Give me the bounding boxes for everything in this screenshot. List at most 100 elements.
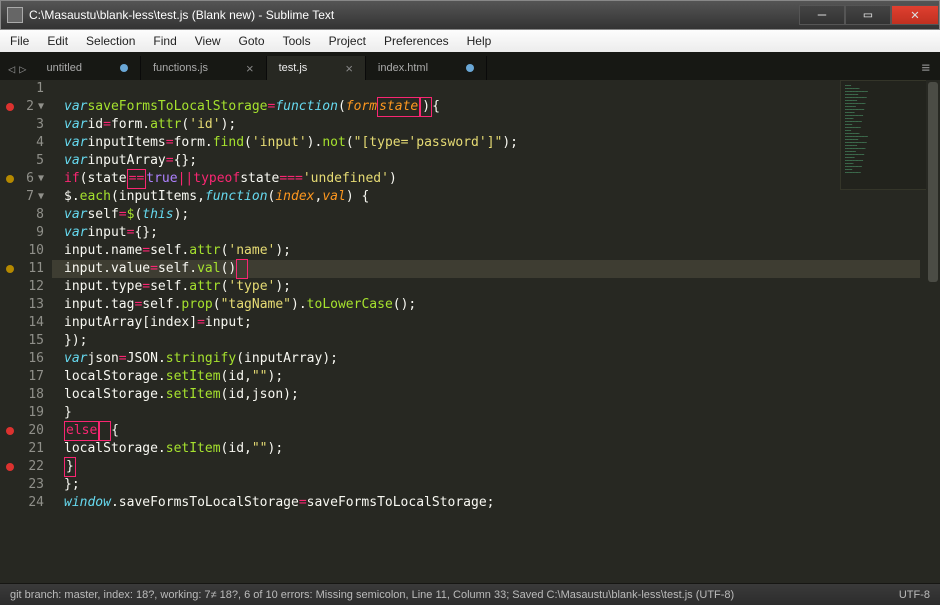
code-line[interactable]: $.each(inputItems, function(index, val) … [52, 188, 920, 206]
vertical-scrollbar[interactable] [926, 80, 940, 583]
tab-index-html[interactable]: index.html [366, 56, 487, 80]
status-right[interactable]: UTF-8 [899, 589, 930, 601]
nav-back-icon[interactable]: ◁ [8, 62, 15, 76]
line-number: 15 [28, 332, 44, 350]
code-line[interactable]: input.value = self.val() [52, 260, 920, 278]
editor[interactable]: 12▼3456▼7▼891011121314151617181920212223… [0, 80, 940, 583]
gutter-line[interactable]: 6▼ [4, 170, 44, 188]
gutter-line[interactable]: 2▼ [4, 98, 44, 116]
code-line[interactable]: localStorage.setItem(id , ""); [52, 440, 920, 458]
code-line[interactable]: }; [52, 476, 920, 494]
gutter-line[interactable]: 23 [4, 476, 44, 494]
code-line[interactable]: input.tag = self.prop("tagName").toLower… [52, 296, 920, 314]
code-line[interactable]: var inputArray = {}; [52, 152, 920, 170]
code-line[interactable]: var input = {}; [52, 224, 920, 242]
line-number: 14 [28, 314, 44, 332]
tab-functions-js[interactable]: functions.js× [141, 56, 267, 80]
menu-view[interactable]: View [195, 34, 221, 48]
code-line[interactable]: var json = JSON.stringify(inputArray); [52, 350, 920, 368]
code-line[interactable]: localStorage.setItem(id , ""); [52, 368, 920, 386]
tab-label: test.js [279, 62, 308, 74]
line-number: 3 [36, 116, 44, 134]
gutter-line[interactable]: 9 [4, 224, 44, 242]
line-number: 21 [28, 440, 44, 458]
gutter[interactable]: 12▼3456▼7▼891011121314151617181920212223… [0, 80, 52, 583]
gutter-line[interactable]: 18 [4, 386, 44, 404]
fold-icon[interactable]: ▼ [38, 170, 44, 188]
line-number: 8 [36, 206, 44, 224]
nav-forward-icon[interactable]: ▷ [19, 62, 26, 76]
fold-icon[interactable]: ▼ [38, 188, 44, 206]
line-number: 23 [28, 476, 44, 494]
menu-goto[interactable]: Goto [239, 34, 265, 48]
tab-label: index.html [378, 62, 428, 74]
yellow-mark-icon [6, 175, 14, 183]
gutter-line[interactable]: 20 [4, 422, 44, 440]
close-icon[interactable]: × [246, 61, 254, 76]
gutter-line[interactable]: 22 [4, 458, 44, 476]
gutter-line[interactable]: 16 [4, 350, 44, 368]
code-line[interactable]: if (state == true || typeof state === 'u… [52, 170, 920, 188]
code-line[interactable]: } [52, 404, 920, 422]
tab-row: ◁ ▷ untitled functions.js× test.js × index.h… [0, 52, 940, 80]
gutter-line[interactable]: 14 [4, 314, 44, 332]
code-line[interactable]: inputArray[index] = input; [52, 314, 920, 332]
gutter-line[interactable]: 7▼ [4, 188, 44, 206]
code-line[interactable]: } [52, 458, 920, 476]
close-button[interactable]: ✕ [891, 5, 939, 25]
code-line[interactable]: var inputItems = form.find('input').not(… [52, 134, 920, 152]
scrollbar-thumb[interactable] [928, 82, 938, 282]
window-title: C:\Masaustu\blank-less\test.js (Blank ne… [29, 8, 334, 22]
minimap[interactable]: ▬▬▬▬▬▬▬▬▬▬▬▬▬▬▬▬▬▬▬▬▬▬▬▬▬▬▬▬▬▬▬▬▬▬▬▬▬▬▬▬… [840, 80, 940, 190]
gutter-line[interactable]: 24 [4, 494, 44, 512]
hamburger-icon[interactable]: ≡ [922, 60, 940, 80]
maximize-button[interactable]: ▭ [845, 5, 891, 25]
gutter-line[interactable]: 8 [4, 206, 44, 224]
tab-untitled[interactable]: untitled [34, 56, 140, 80]
gutter-line[interactable]: 10 [4, 242, 44, 260]
red-mark-icon [6, 463, 14, 471]
menu-tools[interactable]: Tools [283, 34, 311, 48]
menu-edit[interactable]: Edit [47, 34, 68, 48]
tab-label: untitled [46, 62, 81, 74]
menu-selection[interactable]: Selection [86, 34, 135, 48]
code-line[interactable]: localStorage.setItem(id , json); [52, 386, 920, 404]
menu-preferences[interactable]: Preferences [384, 34, 449, 48]
line-number: 17 [28, 368, 44, 386]
minimize-button[interactable]: — [799, 5, 845, 25]
code-line[interactable]: input.type = self.attr('type'); [52, 278, 920, 296]
menubar: File Edit Selection Find View Goto Tools Projec… [0, 30, 940, 52]
menu-help[interactable]: Help [467, 34, 492, 48]
gutter-line[interactable]: 15 [4, 332, 44, 350]
fold-icon[interactable]: ▼ [38, 98, 44, 116]
line-number: 10 [28, 242, 44, 260]
line-number: 19 [28, 404, 44, 422]
gutter-line[interactable]: 11 [4, 260, 44, 278]
gutter-line[interactable]: 3 [4, 116, 44, 134]
gutter-line[interactable]: 13 [4, 296, 44, 314]
gutter-line[interactable]: 5 [4, 152, 44, 170]
code-line[interactable]: var saveFormsToLocalStorage = function(f… [52, 98, 920, 116]
gutter-line[interactable]: 17 [4, 368, 44, 386]
line-number: 18 [28, 386, 44, 404]
tab-test-js[interactable]: test.js × [267, 56, 366, 80]
status-left[interactable]: git branch: master, index: 18?, working:… [10, 589, 734, 601]
gutter-line[interactable]: 4 [4, 134, 44, 152]
code-line[interactable]: else { [52, 422, 920, 440]
code-line[interactable]: var id = form.attr('id'); [52, 116, 920, 134]
code-line[interactable]: window.saveFormsToLocalStorage = saveFor… [52, 494, 920, 512]
menu-project[interactable]: Project [329, 34, 366, 48]
close-icon[interactable]: × [345, 61, 353, 76]
menu-file[interactable]: File [10, 34, 29, 48]
code-line[interactable] [52, 80, 920, 98]
code-line[interactable]: var self = $(this); [52, 206, 920, 224]
code-area[interactable]: var saveFormsToLocalStorage = function(f… [52, 80, 940, 583]
code-line[interactable]: input.name = self.attr('name'); [52, 242, 920, 260]
gutter-line[interactable]: 21 [4, 440, 44, 458]
gutter-line[interactable]: 1 [4, 80, 44, 98]
menu-find[interactable]: Find [153, 34, 176, 48]
gutter-line[interactable]: 12 [4, 278, 44, 296]
gutter-line[interactable]: 19 [4, 404, 44, 422]
code-line[interactable]: }); [52, 332, 920, 350]
line-number: 7 [26, 188, 34, 206]
